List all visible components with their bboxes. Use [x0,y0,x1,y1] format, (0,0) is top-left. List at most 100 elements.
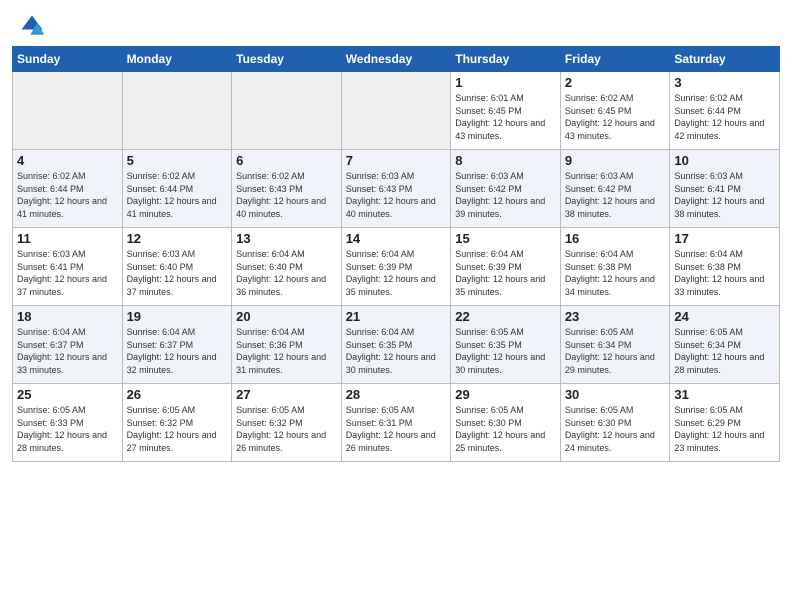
day-cell: 29Sunrise: 6:05 AMSunset: 6:30 PMDayligh… [451,384,561,462]
day-number: 12 [127,231,228,246]
day-number: 3 [674,75,775,90]
day-number: 19 [127,309,228,324]
day-cell: 12 Sunrise: 6:03 AMSunset: 6:40 PMDayligh… [122,228,232,306]
day-info: Sunrise: 6:05 AMSunset: 6:33 PMDaylight:… [17,404,118,454]
day-info: Sunrise: 6:01 AMSunset: 6:45 PMDaylight:… [455,92,556,142]
day-info: Sunrise: 6:03 AMSunset: 6:41 PMDaylight:… [674,170,775,220]
day-cell: 25 Sunrise: 6:05 AMSunset: 6:33 PMDayligh… [13,384,123,462]
day-cell: 2 Sunrise: 6:02 AMSunset: 6:45 PMDaylight… [560,72,670,150]
day-info: Sunrise: 6:05 AMSunset: 6:30 PMDaylight:… [565,404,666,454]
day-cell: 7 Sunrise: 6:03 AMSunset: 6:43 PMDaylight… [341,150,451,228]
day-cell: 20 Sunrise: 6:04 AMSunset: 6:36 PMDayligh… [232,306,342,384]
day-info: Sunrise: 6:05 AMSunset: 6:32 PMDaylight:… [127,404,228,454]
day-info: Sunrise: 6:04 AMSunset: 6:36 PMDaylight:… [236,326,337,376]
weekday-header-friday: Friday [560,47,670,72]
day-cell: 13 Sunrise: 6:04 AMSunset: 6:40 PMDayligh… [232,228,342,306]
day-number: 15 [455,231,556,246]
day-number: 26 [127,387,228,402]
day-cell: 17 Sunrise: 6:04 AMSunset: 6:38 PMDayligh… [670,228,780,306]
day-number: 30 [565,387,666,402]
day-cell: 30 Sunrise: 6:05 AMSunset: 6:30 PMDayligh… [560,384,670,462]
day-info: Sunrise: 6:04 AMSunset: 6:38 PMDaylight:… [674,248,775,298]
day-info: Sunrise: 6:05 AMSunset: 6:35 PMDaylight:… [455,326,556,376]
day-cell [13,72,123,150]
day-cell: 14 Sunrise: 6:04 AMSunset: 6:39 PMDayligh… [341,228,451,306]
calendar-table: SundayMondayTuesdayWednesdayThursdayFrid… [12,46,780,462]
day-number: 31 [674,387,775,402]
day-number: 9 [565,153,666,168]
day-cell: 15 Sunrise: 6:04 AMSunset: 6:39 PMDayligh… [451,228,561,306]
day-cell: 8Sunrise: 6:03 AMSunset: 6:42 PMDaylight… [451,150,561,228]
day-number: 10 [674,153,775,168]
weekday-header-thursday: Thursday [451,47,561,72]
header [0,0,792,46]
day-cell: 16Sunrise: 6:04 AMSunset: 6:38 PMDayligh… [560,228,670,306]
day-cell: 24 Sunrise: 6:05 AMSunset: 6:34 PMDayligh… [670,306,780,384]
day-number: 20 [236,309,337,324]
week-row-5: 25 Sunrise: 6:05 AMSunset: 6:33 PMDayligh… [13,384,780,462]
day-info: Sunrise: 6:02 AMSunset: 6:44 PMDaylight:… [674,92,775,142]
day-info: Sunrise: 6:03 AMSunset: 6:42 PMDaylight:… [565,170,666,220]
day-number: 11 [17,231,118,246]
day-cell: 3 Sunrise: 6:02 AMSunset: 6:44 PMDaylight… [670,72,780,150]
day-cell: 28Sunrise: 6:05 AMSunset: 6:31 PMDayligh… [341,384,451,462]
day-cell: 18 Sunrise: 6:04 AMSunset: 6:37 PMDayligh… [13,306,123,384]
day-info: Sunrise: 6:02 AMSunset: 6:43 PMDaylight:… [236,170,337,220]
day-cell: 5 Sunrise: 6:02 AMSunset: 6:44 PMDaylight… [122,150,232,228]
day-number: 21 [346,309,447,324]
week-row-3: 11 Sunrise: 6:03 AMSunset: 6:41 PMDayligh… [13,228,780,306]
day-cell: 9 Sunrise: 6:03 AMSunset: 6:42 PMDaylight… [560,150,670,228]
page: SundayMondayTuesdayWednesdayThursdayFrid… [0,0,792,612]
day-number: 28 [346,387,447,402]
day-number: 5 [127,153,228,168]
day-cell: 1 Sunrise: 6:01 AMSunset: 6:45 PMDaylight… [451,72,561,150]
day-info: Sunrise: 6:03 AMSunset: 6:41 PMDaylight:… [17,248,118,298]
day-info: Sunrise: 6:04 AMSunset: 6:39 PMDaylight:… [455,248,556,298]
day-info: Sunrise: 6:04 AMSunset: 6:39 PMDaylight:… [346,248,447,298]
day-info: Sunrise: 6:02 AMSunset: 6:44 PMDaylight:… [17,170,118,220]
day-info: Sunrise: 6:05 AMSunset: 6:32 PMDaylight:… [236,404,337,454]
week-row-4: 18 Sunrise: 6:04 AMSunset: 6:37 PMDayligh… [13,306,780,384]
day-number: 24 [674,309,775,324]
day-number: 22 [455,309,556,324]
day-number: 4 [17,153,118,168]
day-cell: 10 Sunrise: 6:03 AMSunset: 6:41 PMDayligh… [670,150,780,228]
day-info: Sunrise: 6:03 AMSunset: 6:42 PMDaylight:… [455,170,556,220]
day-info: Sunrise: 6:04 AMSunset: 6:37 PMDaylight:… [17,326,118,376]
day-info: Sunrise: 6:05 AMSunset: 6:34 PMDaylight:… [565,326,666,376]
day-info: Sunrise: 6:03 AMSunset: 6:40 PMDaylight:… [127,248,228,298]
day-number: 18 [17,309,118,324]
week-row-2: 4 Sunrise: 6:02 AMSunset: 6:44 PMDaylight… [13,150,780,228]
day-number: 27 [236,387,337,402]
weekday-header-row: SundayMondayTuesdayWednesdayThursdayFrid… [13,47,780,72]
day-cell: 31Sunrise: 6:05 AMSunset: 6:29 PMDayligh… [670,384,780,462]
weekday-header-wednesday: Wednesday [341,47,451,72]
day-info: Sunrise: 6:02 AMSunset: 6:44 PMDaylight:… [127,170,228,220]
day-cell [122,72,232,150]
day-cell: 6Sunrise: 6:02 AMSunset: 6:43 PMDaylight… [232,150,342,228]
day-info: Sunrise: 6:04 AMSunset: 6:40 PMDaylight:… [236,248,337,298]
day-cell: 19 Sunrise: 6:04 AMSunset: 6:37 PMDayligh… [122,306,232,384]
day-cell: 21 Sunrise: 6:04 AMSunset: 6:35 PMDayligh… [341,306,451,384]
weekday-header-sunday: Sunday [13,47,123,72]
weekday-header-monday: Monday [122,47,232,72]
day-cell: 27 Sunrise: 6:05 AMSunset: 6:32 PMDayligh… [232,384,342,462]
day-number: 23 [565,309,666,324]
day-info: Sunrise: 6:02 AMSunset: 6:45 PMDaylight:… [565,92,666,142]
day-cell [232,72,342,150]
day-info: Sunrise: 6:04 AMSunset: 6:37 PMDaylight:… [127,326,228,376]
day-number: 1 [455,75,556,90]
day-number: 16 [565,231,666,246]
day-number: 14 [346,231,447,246]
weekday-header-saturday: Saturday [670,47,780,72]
day-number: 13 [236,231,337,246]
day-number: 17 [674,231,775,246]
day-number: 2 [565,75,666,90]
day-info: Sunrise: 6:03 AMSunset: 6:43 PMDaylight:… [346,170,447,220]
day-cell: 11 Sunrise: 6:03 AMSunset: 6:41 PMDayligh… [13,228,123,306]
logo [18,12,50,40]
day-info: Sunrise: 6:04 AMSunset: 6:35 PMDaylight:… [346,326,447,376]
day-number: 7 [346,153,447,168]
day-number: 25 [17,387,118,402]
day-info: Sunrise: 6:05 AMSunset: 6:34 PMDaylight:… [674,326,775,376]
